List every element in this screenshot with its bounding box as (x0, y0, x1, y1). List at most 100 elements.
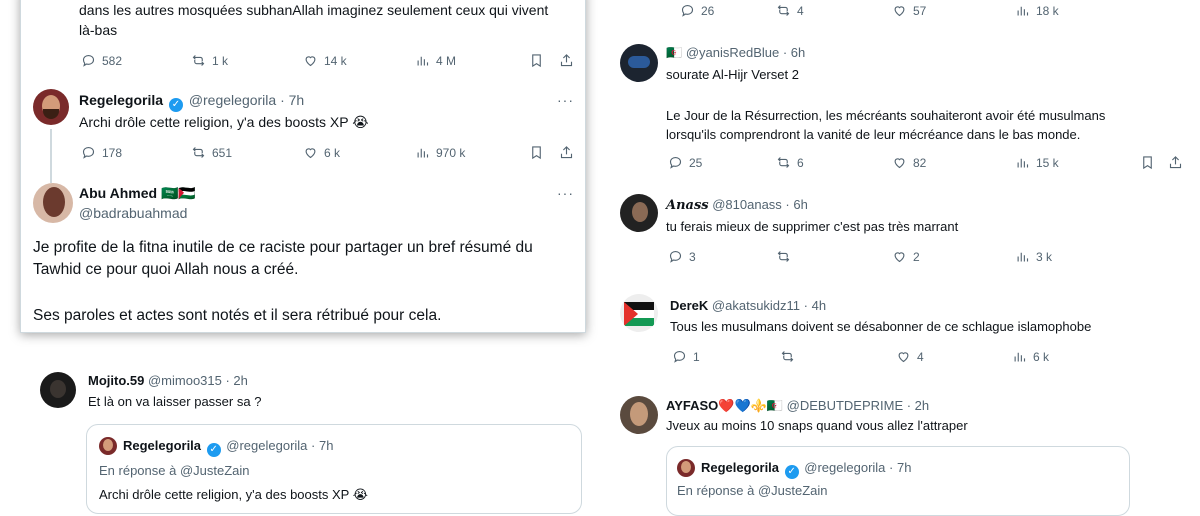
bookmark-button[interactable] (529, 145, 550, 160)
avatar (677, 459, 695, 477)
avatar[interactable] (620, 294, 658, 332)
retweet-button[interactable]: 651 (191, 145, 232, 160)
author-name[interactable]: AYFASO❤️💙⚜️🇩🇿 (666, 398, 783, 413)
bookmark-button[interactable] (1140, 155, 1161, 170)
reply-button[interactable]: 3 (668, 249, 696, 264)
views-button[interactable]: 6 k (1012, 349, 1049, 364)
reply-icon (82, 146, 95, 159)
retweet-button[interactable]: 6 (776, 155, 804, 170)
author-handle[interactable]: @regelegorila · 7h (189, 92, 304, 108)
views-button[interactable]: 15 k (1015, 155, 1059, 170)
like-button[interactable]: 2 (892, 249, 920, 264)
author-handle[interactable]: @DEBUTDEPRIME · 2h (787, 398, 930, 413)
more-icon[interactable]: ··· (557, 92, 574, 108)
tweet-text: Tous les musulmans doivent se désabonner… (670, 319, 1092, 334)
reply-button[interactable]: 178 (81, 145, 122, 160)
left-thread-card: dans les autres mosquées subhanAllah ima… (20, 0, 586, 333)
share-button[interactable] (1168, 155, 1189, 170)
author-handle[interactable]: @badrabuahmad (79, 205, 187, 221)
reply-icon (82, 54, 95, 67)
like-button[interactable]: 14 k (303, 53, 347, 68)
more-icon[interactable]: ··· (557, 185, 574, 201)
author-name[interactable]: Mojito.59 (88, 373, 144, 388)
tweet-text-line: Le Jour de la Résurrection, les mécréant… (666, 108, 1106, 123)
retweet-icon (192, 147, 205, 158)
tweet-text-line: lorsqu'ils comprendront la vanité de leu… (666, 127, 1081, 142)
views-icon (1017, 6, 1029, 16)
views-icon (1014, 352, 1026, 362)
avatar[interactable] (40, 372, 76, 408)
author-handle[interactable]: @yanisRedBlue · 6h (686, 45, 805, 60)
views-icon (417, 148, 429, 158)
views-icon (1017, 158, 1029, 168)
avatar[interactable] (33, 183, 73, 223)
avatar[interactable] (33, 89, 69, 125)
reply-icon (681, 4, 694, 17)
share-button[interactable] (559, 145, 580, 160)
author-name[interactable]: Regelegorila (79, 92, 163, 108)
retweet-button[interactable] (780, 349, 801, 364)
tweet-text-line1: dans les autres mosquées subhanAllah ima… (79, 2, 549, 18)
reply-icon (673, 350, 686, 363)
tweet-text-paragraph: Je profite de la fitna inutile de ce rac… (33, 239, 533, 278)
retweet-button[interactable]: 1 k (191, 53, 228, 68)
retweet-icon (777, 5, 790, 16)
avatar[interactable] (620, 396, 658, 434)
thread-line (50, 129, 52, 183)
share-button[interactable] (559, 53, 580, 68)
like-button[interactable]: 6 k (303, 145, 340, 160)
reply-button[interactable]: 26 (680, 3, 714, 18)
heart-icon (894, 158, 905, 169)
author-name[interactable]: 𝑨𝒏𝒂𝒔𝒔 (666, 198, 709, 213)
author-handle[interactable]: @810anass · 6h (712, 197, 808, 212)
views-button[interactable]: 970 k (415, 145, 465, 160)
quoted-tweet[interactable]: Regelegorila ✓ @regelegorila · 7h En rép… (666, 446, 1130, 516)
reply-button[interactable]: 1 (672, 349, 700, 364)
views-icon (417, 56, 429, 66)
bookmark-icon (1143, 156, 1152, 170)
share-icon (1169, 156, 1182, 169)
tweet-text: tu ferais mieux de supprimer c'est pas t… (666, 219, 959, 234)
retweet-button[interactable] (776, 249, 797, 264)
tweet-text-line: sourate Al-Hijr Verset 2 (666, 67, 799, 82)
retweet-button[interactable]: 4 (776, 3, 804, 18)
tweet-text: Et là on va laisser passer sa ? (88, 394, 262, 409)
like-button[interactable]: 4 (896, 349, 924, 364)
retweet-icon (777, 251, 790, 262)
avatar[interactable] (620, 194, 658, 232)
share-icon (560, 54, 573, 67)
like-button[interactable]: 82 (892, 155, 926, 170)
like-button[interactable]: 57 (892, 3, 926, 18)
views-button[interactable]: 18 k (1015, 3, 1059, 18)
tweet-text: Archi drôle cette religion, y'a des boos… (79, 114, 369, 130)
heart-icon (894, 6, 905, 17)
verified-icon: ✓ (206, 443, 221, 457)
author-handle: @regelegorila · 7h (804, 460, 912, 475)
author-name[interactable]: DereK (670, 298, 708, 313)
avatar[interactable] (620, 44, 658, 82)
reply-icon (669, 156, 682, 169)
retweet-icon (777, 157, 790, 168)
avatar (99, 437, 117, 455)
heart-icon (898, 352, 909, 363)
tweet-text: Jveux au moins 10 snaps quand vous allez… (666, 418, 968, 433)
author-name[interactable]: Abu Ahmed (79, 185, 157, 201)
author-name: Regelegorila (701, 460, 780, 475)
reply-button[interactable]: 582 (81, 53, 122, 68)
reply-button[interactable]: 25 (668, 155, 702, 170)
verified-icon: ✓ (168, 98, 183, 112)
quoted-tweet[interactable]: Regelegorila ✓ @regelegorila · 7h En rép… (86, 424, 582, 514)
verified-icon: ✓ (784, 465, 799, 479)
author-handle: @regelegorila · 7h (226, 438, 334, 453)
reply-context: En réponse à @JusteZain (99, 463, 250, 478)
author-handle[interactable]: @mimoo315 · 2h (148, 373, 248, 388)
tweet-text-line2: là-bas (79, 22, 118, 38)
views-button[interactable]: 3 k (1015, 249, 1052, 264)
views-icon (1017, 252, 1029, 262)
bookmark-button[interactable] (529, 53, 550, 68)
heart-icon (305, 56, 316, 67)
author-handle[interactable]: @akatsukidz11 · 4h (712, 298, 826, 313)
tweet-text: Archi drôle cette religion, y'a des boos… (99, 487, 368, 502)
views-button[interactable]: 4 M (415, 53, 456, 68)
flag-emojis: 🇸🇦🇵🇸 (160, 185, 196, 201)
